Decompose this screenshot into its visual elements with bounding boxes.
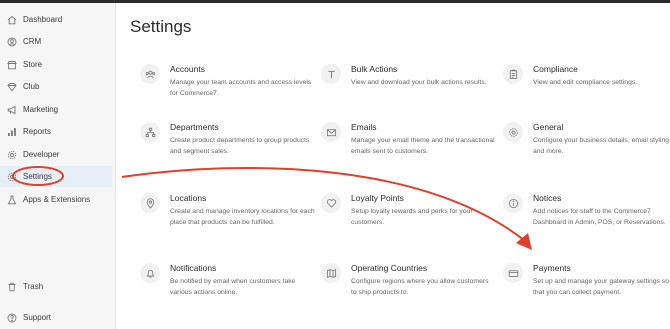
card-title: Bulk Actions	[351, 64, 398, 74]
card-description: Manage your team accounts and access lev…	[170, 79, 312, 97]
club-icon	[6, 81, 17, 92]
sidebar-item-settings[interactable]: Settings	[0, 166, 112, 187]
card-description: Setup loyalty rewards and perks for your…	[351, 208, 473, 226]
credit-card-icon	[503, 263, 523, 283]
help-icon	[6, 312, 17, 323]
envelope-icon	[321, 122, 341, 142]
sidebar-item-label: Dashboard	[23, 15, 63, 24]
sidebar-item-label: Reports	[23, 127, 52, 136]
bell-icon	[140, 263, 160, 283]
settings-card-notifications[interactable]: Notifications Be notified by email when c…	[140, 263, 315, 298]
clipboard-icon	[503, 64, 523, 84]
card-title: Emails	[351, 122, 377, 132]
sidebar-item-label: Club	[23, 82, 40, 91]
page-title: Settings	[130, 17, 192, 36]
pin-icon	[140, 193, 160, 213]
settings-card-general[interactable]: General Configure your business details, …	[503, 122, 670, 157]
card-description: Manage your email theme and the transact…	[351, 137, 495, 155]
settings-card-compliance[interactable]: Compliance View and edit compliance setti…	[503, 64, 670, 88]
sidebar-item-label: Trash	[23, 282, 44, 291]
card-description: Add notices for staff to the Commerce7 D…	[533, 208, 666, 226]
card-title: Loyalty Points	[351, 193, 404, 203]
card-description: Set up and manage your gateway settings …	[533, 278, 670, 296]
sidebar-item-reports[interactable]: Reports	[0, 121, 112, 142]
settings-card-payments[interactable]: Payments Set up and manage your gateway s…	[503, 263, 670, 298]
sidebar-item-store[interactable]: Store	[0, 54, 112, 75]
flask-icon	[6, 194, 17, 205]
sidebar-item-label: Marketing	[23, 105, 59, 114]
card-title: Compliance	[533, 64, 578, 74]
sidebar-item-label: Store	[23, 60, 43, 69]
card-description: Configure your business details, email s…	[533, 137, 670, 155]
sidebar-item-label: Apps & Extensions	[23, 195, 91, 204]
sidebar-item-label: CRM	[23, 37, 42, 46]
card-title: Notifications	[170, 263, 217, 273]
settings-icon	[6, 171, 17, 182]
map-icon	[321, 263, 341, 283]
settings-card-loyalty-points[interactable]: Loyalty Points Setup loyalty rewards and …	[321, 193, 496, 228]
card-description: Configure regions where you allow custom…	[351, 278, 489, 296]
home-icon	[6, 14, 17, 25]
sidebar-item-apps-extensions[interactable]: Apps & Extensions	[0, 189, 112, 210]
info-icon	[503, 193, 523, 213]
card-title: Operating Countries	[351, 263, 428, 273]
heart-icon	[321, 193, 341, 213]
sidebar: Dashboard CRM Store Club Marketing Repor…	[0, 3, 116, 329]
sidebar-item-label: Support	[23, 313, 52, 322]
settings-card-emails[interactable]: Emails Manage your email theme and the tr…	[321, 122, 496, 157]
sidebar-item-club[interactable]: Club	[0, 76, 112, 97]
settings-card-bulk-actions[interactable]: Bulk Actions View and download your bulk …	[321, 64, 496, 88]
card-description: Be notified by email when customers take…	[170, 278, 296, 296]
card-description: Create and manage inventory locations fo…	[170, 208, 315, 226]
gear-icon	[6, 149, 17, 160]
sidebar-item-dashboard[interactable]: Dashboard	[0, 9, 112, 30]
settings-card-notices[interactable]: Notices Add notices for staff to the Comm…	[503, 193, 670, 228]
crm-icon	[6, 36, 17, 47]
card-description: View and edit compliance settings.	[533, 79, 638, 86]
sidebar-item-support[interactable]: Support	[0, 307, 112, 328]
card-title: Accounts	[170, 64, 205, 74]
chart-icon	[6, 126, 17, 137]
settings-card-locations[interactable]: Locations Create and manage inventory loc…	[140, 193, 315, 228]
card-title: Departments	[170, 122, 219, 132]
hierarchy-icon	[140, 122, 160, 142]
sidebar-item-trash[interactable]: Trash	[0, 276, 112, 297]
card-title: General	[533, 122, 564, 132]
card-description: View and download your bulk actions resu…	[351, 79, 487, 86]
card-description: Create product departments to group prod…	[170, 137, 310, 155]
sidebar-item-crm[interactable]: CRM	[0, 31, 112, 52]
sidebar-item-developer[interactable]: Developer	[0, 144, 112, 165]
settings-card-accounts[interactable]: Accounts Manage your team accounts and ac…	[140, 64, 315, 99]
settings-card-operating-countries[interactable]: Operating Countries Configure regions whe…	[321, 263, 496, 298]
trash-icon	[6, 281, 17, 292]
sidebar-item-marketing[interactable]: Marketing	[0, 99, 112, 120]
card-title: Locations	[170, 193, 207, 203]
cog-icon	[503, 122, 523, 142]
megaphone-icon	[6, 104, 17, 115]
card-title: Notices	[533, 193, 562, 203]
card-title: Payments	[533, 263, 571, 273]
settings-card-departments[interactable]: Departments Create product departments to…	[140, 122, 315, 157]
text-icon	[321, 64, 341, 84]
sidebar-item-label: Developer	[23, 150, 60, 159]
sidebar-item-label: Settings	[23, 172, 52, 181]
store-icon	[6, 59, 17, 70]
users-icon	[140, 64, 160, 84]
